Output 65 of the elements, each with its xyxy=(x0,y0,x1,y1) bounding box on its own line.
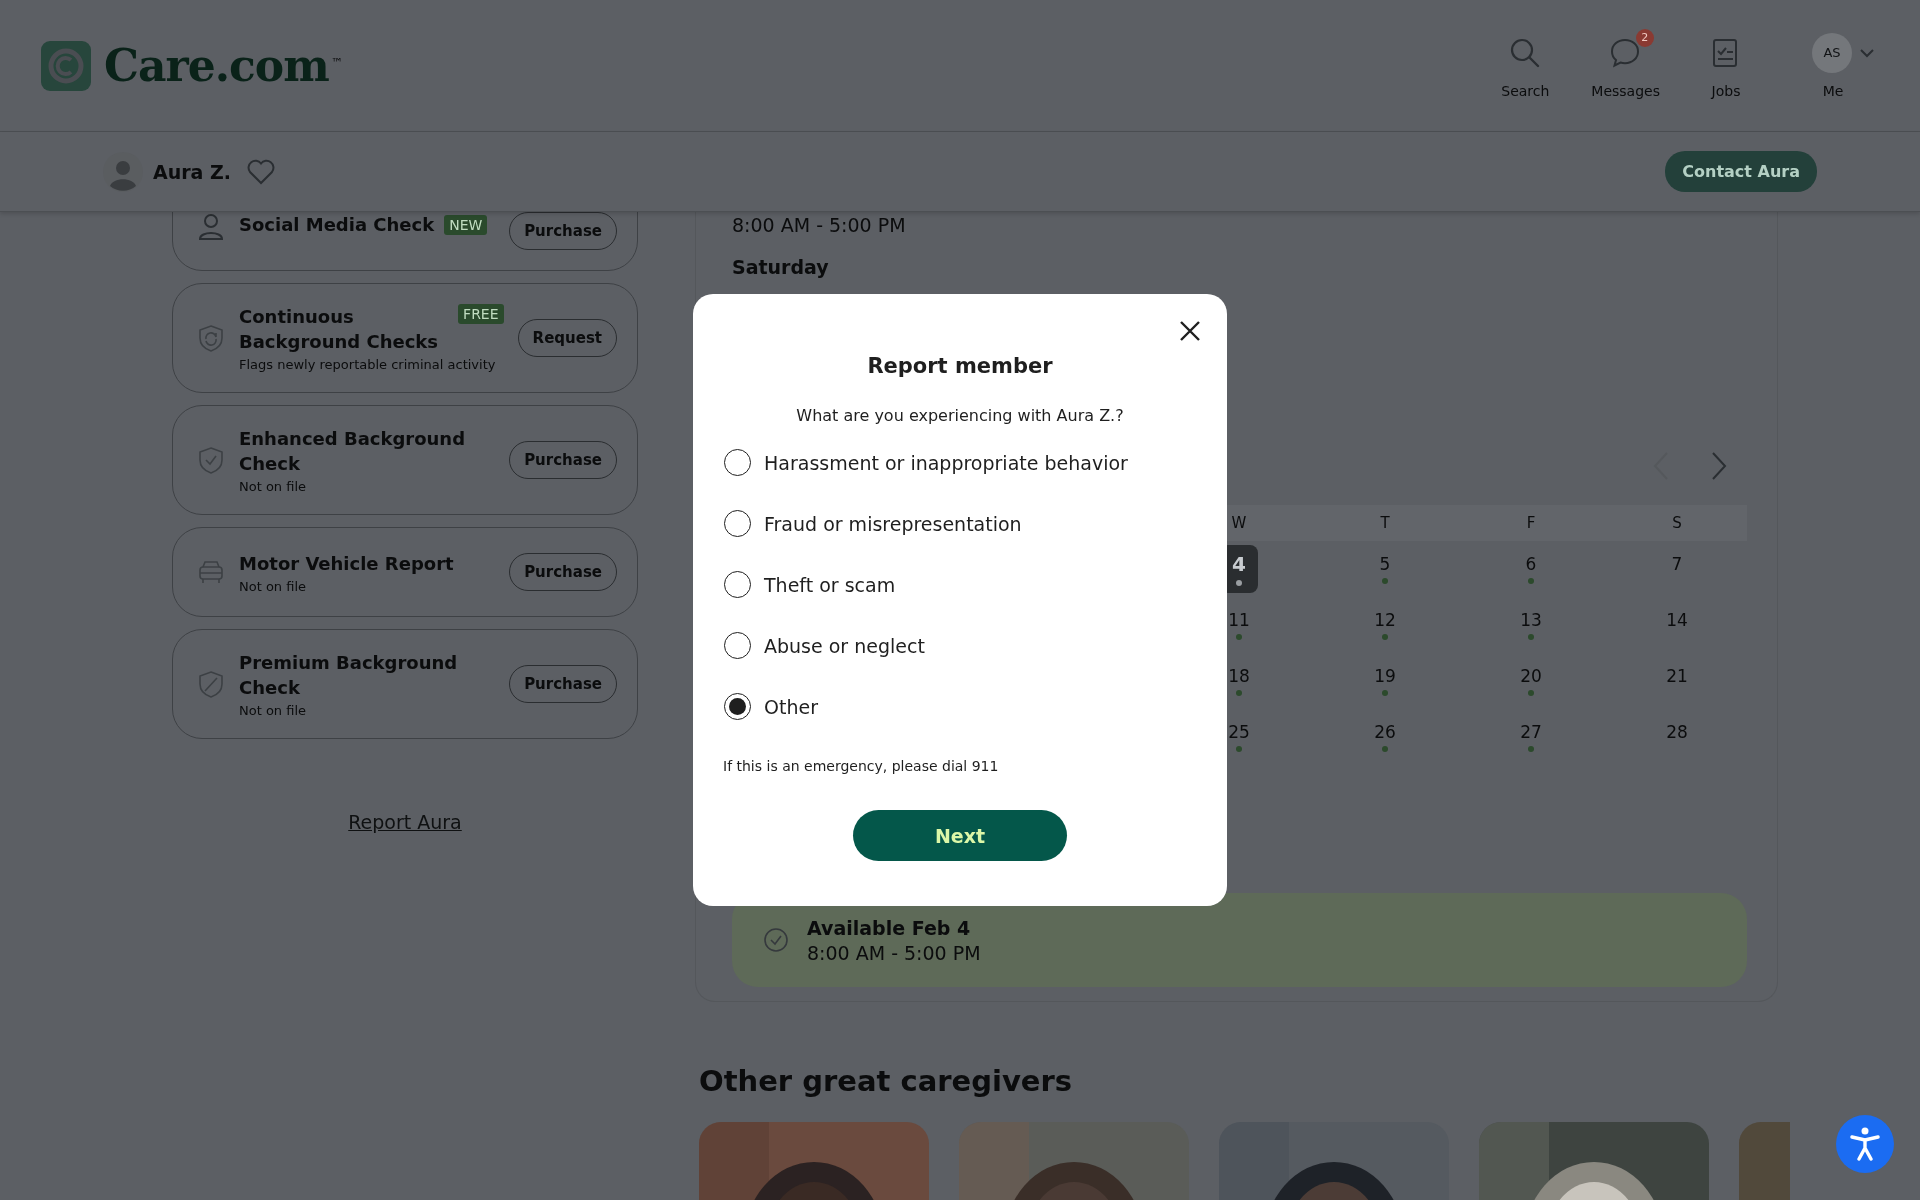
calendar-day[interactable]: 5 xyxy=(1366,545,1404,593)
check-status: Not on file xyxy=(239,703,308,718)
calendar-day[interactable]: 21 xyxy=(1658,657,1696,705)
calendar-day[interactable]: 19 xyxy=(1366,657,1404,705)
check-status: Not on file xyxy=(239,479,308,494)
person-icon xyxy=(197,212,225,240)
shield-check-icon xyxy=(197,446,225,474)
emergency-note: If this is an emergency, please dial 911 xyxy=(723,758,1000,774)
search-icon xyxy=(1509,36,1542,69)
chat-bubble-icon xyxy=(1609,36,1642,69)
schedule-time: 8:00 AM - 5:00 PM xyxy=(732,214,907,236)
check-title: Motor Vehicle Report xyxy=(239,551,454,576)
availability-time: 8:00 AM - 5:00 PM xyxy=(807,941,981,964)
calendar-day[interactable]: 20 xyxy=(1512,657,1550,705)
check-circle-icon xyxy=(763,927,789,953)
report-link[interactable]: Report Aura xyxy=(348,811,462,833)
check-status: Flags newly reportable criminal activity xyxy=(239,357,497,372)
calendar-day[interactable]: 7 xyxy=(1658,545,1696,593)
weekday-label: S xyxy=(1672,514,1682,532)
calendar-day[interactable]: 12 xyxy=(1366,601,1404,649)
calendar-day[interactable]: 13 xyxy=(1512,601,1550,649)
weekday-label: T xyxy=(1380,514,1390,532)
calendar-day[interactable]: 6 xyxy=(1512,545,1550,593)
dialog-question: What are you experiencing with Aura Z.? xyxy=(796,406,1124,425)
nav-item[interactable]: Search xyxy=(1493,32,1558,99)
section-heading: Other great caregivers xyxy=(699,1064,1074,1098)
tag-label: NEW xyxy=(444,214,488,235)
check-title: Continuous Background Checks xyxy=(239,305,439,354)
schedule-day: Saturday xyxy=(732,256,1747,278)
shield-slash-icon xyxy=(197,670,225,698)
car-icon xyxy=(197,558,225,586)
dialog-title: Report member xyxy=(867,354,1053,378)
option-label[interactable]: Abuse or neglect xyxy=(764,634,925,657)
contact-button[interactable]: Contact Aura xyxy=(1665,151,1817,192)
nav-item[interactable]: Jobs xyxy=(1694,32,1758,99)
option-label[interactable]: Other xyxy=(764,695,818,718)
calendar-day[interactable]: 28 xyxy=(1658,713,1696,761)
calendar-day[interactable]: 27 xyxy=(1512,713,1550,761)
check-title: Social Media Check xyxy=(239,213,435,237)
tag-label: FREE xyxy=(458,304,504,324)
calendar-day[interactable]: 26 xyxy=(1366,713,1404,761)
logo-wordmark[interactable]: Care.com xyxy=(104,40,329,91)
calendar-day[interactable]: 18 xyxy=(1220,657,1258,705)
option-label[interactable]: Harassment or inappropriate behavior xyxy=(764,451,1128,474)
check-title: Enhanced Background Check xyxy=(239,427,467,476)
close-icon xyxy=(1179,320,1201,342)
option-label[interactable]: Fraud or misrepresentation xyxy=(764,512,1022,535)
weekday-label: F xyxy=(1526,514,1536,532)
check-title: Premium Background Check xyxy=(239,651,459,700)
accessibility-button[interactable] xyxy=(1836,1115,1894,1173)
next-button[interactable]: Next xyxy=(853,810,1067,861)
accessibility-icon xyxy=(1850,1127,1880,1161)
member-name: Aura Z. xyxy=(153,160,232,183)
option-label[interactable]: Theft or scam xyxy=(764,573,896,596)
availability-title: Available Feb 4 xyxy=(807,916,972,939)
nav-item[interactable]: AS Me xyxy=(1792,32,1874,99)
calendar-day[interactable]: 14 xyxy=(1658,601,1696,649)
check-status: Not on file xyxy=(239,578,308,594)
calendar-day[interactable]: 11 xyxy=(1220,601,1258,649)
calendar-day[interactable]: 25 xyxy=(1220,713,1258,761)
shield-refresh-icon xyxy=(197,324,225,352)
weekday-label: W xyxy=(1231,514,1247,532)
notification-badge: 2 xyxy=(1635,28,1654,47)
avatar-initials[interactable]: AS xyxy=(1812,32,1852,73)
trademark-mark: ™ xyxy=(330,55,343,70)
